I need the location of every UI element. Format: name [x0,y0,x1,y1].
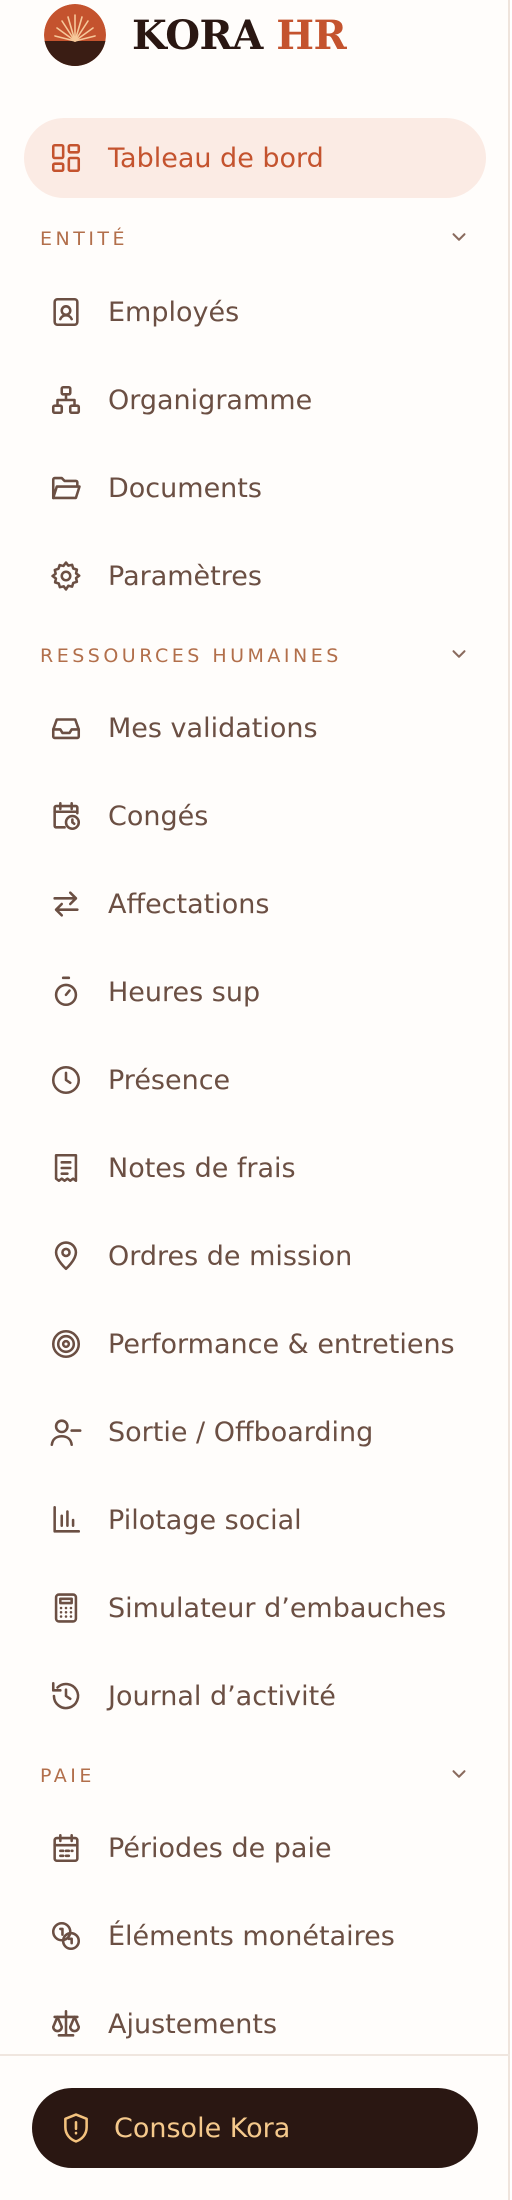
nav-item-mes-validations[interactable]: Mes validations [24,688,486,768]
swap-arrows-icon [48,886,84,922]
sunrise-logo [44,4,106,66]
section-label: ENTITÉ [40,228,129,250]
nav-item-label: Paramètres [108,560,262,592]
map-pin-icon [48,1238,84,1274]
history-icon [48,1678,84,1714]
nav-item-heures-sup[interactable]: Heures sup [24,952,486,1032]
inbox-icon [48,710,84,746]
calculator-icon [48,1590,84,1626]
nav-item-label: Journal d’activité [108,1680,336,1712]
nav-item-notes-de-frais[interactable]: Notes de frais [24,1128,486,1208]
nav-item-label: Affectations [108,888,270,920]
nav-item-organigramme[interactable]: Organigramme [24,360,486,440]
nav-item-label: Documents [108,472,262,504]
nav-item-label: Périodes de paie [108,1832,332,1864]
gear-icon [48,558,84,594]
nav-item-dashboard[interactable]: Tableau de bord [24,118,486,198]
nav-item-presence[interactable]: Présence [24,1040,486,1120]
chevron-down-icon [448,1763,470,1789]
target-icon [48,1326,84,1362]
nav-item-label: Employés [108,296,240,328]
org-chart-icon [48,382,84,418]
coins-icon [48,1918,84,1954]
nav-item-label: Heures sup [108,976,261,1008]
nav-item-journal-activite[interactable]: Journal d’activité [24,1656,486,1736]
chevron-down-icon [448,643,470,669]
nav-item-sortie-offboarding[interactable]: Sortie / Offboarding [24,1392,486,1472]
bar-chart-icon [48,1502,84,1538]
brand[interactable]: KORA HR [44,4,347,66]
stopwatch-icon [48,974,84,1010]
nav-item-label: Simulateur d’embauches [108,1592,447,1624]
nav-item-simulateur-embauches[interactable]: Simulateur d’embauches [24,1568,486,1648]
id-badge-icon [48,294,84,330]
grid-icon [48,140,84,176]
nav-item-label: Organigramme [108,384,313,416]
nav-item-label: Ajustements [108,2008,278,2040]
nav-item-parametres[interactable]: Paramètres [24,536,486,616]
chevron-down-icon [448,226,470,252]
nav-item-ajustements[interactable]: Ajustements [24,1984,486,2064]
nav-item-ordres-de-mission[interactable]: Ordres de mission [24,1216,486,1296]
nav-item-label: Ordres de mission [108,1240,353,1272]
nav-item-label: Performance & entretiens [108,1328,455,1360]
section-header-paie[interactable]: PAIE [40,1756,470,1796]
nav-item-periodes-de-paie[interactable]: Périodes de paie [24,1808,486,1888]
brand-name-hr: HR [276,11,347,59]
calendar-icon [48,1830,84,1866]
shield-alert-icon [58,2110,94,2146]
nav-item-label: Sortie / Offboarding [108,1416,374,1448]
nav-item-pilotage-social[interactable]: Pilotage social [24,1480,486,1560]
nav-item-label: Notes de frais [108,1152,296,1184]
brand-name-kora: KORA [132,11,263,59]
receipt-icon [48,1150,84,1186]
nav-item-label: Congés [108,800,209,832]
user-minus-icon [48,1414,84,1450]
sidebar: KORA HR Tableau de bord ENTITÉ Employés … [0,0,510,2200]
nav-item-affectations[interactable]: Affectations [24,864,486,944]
section-header-ressources-humaines[interactable]: RESSOURCES HUMAINES [40,636,470,676]
clock-icon [48,1062,84,1098]
nav-item-employes[interactable]: Employés [24,272,486,352]
console-kora-label: Console Kora [114,2112,291,2144]
nav-item-documents[interactable]: Documents [24,448,486,528]
nav-item-label: Pilotage social [108,1504,302,1536]
nav-item-label: Tableau de bord [108,142,324,174]
nav-item-label: Éléments monétaires [108,1920,395,1952]
folder-icon [48,470,84,506]
calendar-clock-icon [48,798,84,834]
nav-item-label: Présence [108,1064,231,1096]
section-header-entite[interactable]: ENTITÉ [40,219,470,259]
brand-name: KORA HR [132,11,347,59]
console-kora-button[interactable]: Console Kora [32,2088,478,2168]
nav-item-conges[interactable]: Congés [24,776,486,856]
nav-item-label: Mes validations [108,712,318,744]
section-label: RESSOURCES HUMAINES [40,645,342,667]
footer-divider [0,2054,510,2056]
section-label: PAIE [40,1765,95,1787]
nav-item-elements-monetaires[interactable]: Éléments monétaires [24,1896,486,1976]
nav-item-performance-entretiens[interactable]: Performance & entretiens [24,1304,486,1384]
scale-icon [48,2006,84,2042]
